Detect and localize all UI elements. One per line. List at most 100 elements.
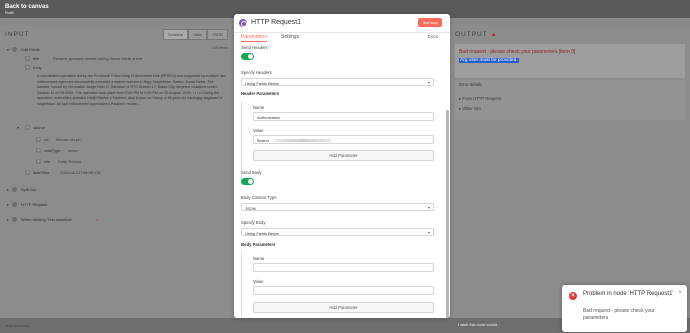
- output-title-text: OUTPUT: [455, 31, 488, 38]
- error-box: Bad request - please check your paramete…: [455, 44, 685, 78]
- feedback-link[interactable]: I wish this node would...: [458, 322, 500, 327]
- warning-icon: ▲: [490, 32, 498, 38]
- specify-headers-select[interactable]: Using Fields Below ▾: [241, 78, 434, 86]
- body-parameter-group: [241, 252, 242, 318]
- field-key: dateTime: [33, 170, 50, 175]
- field-key: title: [44, 159, 51, 164]
- ask-assistant-button[interactable]: Ask Assistant: [6, 323, 30, 328]
- send-body-toggle[interactable]: [241, 178, 254, 185]
- send-headers-label: Send Headers: [241, 45, 268, 50]
- details-row-other-info[interactable]: ▸ Other info: [459, 106, 481, 111]
- tree-node-trigger[interactable]: ▸ When clicking 'Test workflow' ϟ: [5, 215, 227, 224]
- text-type-icon: A: [25, 55, 30, 61]
- field-value: 2024-08-21T06:55:13Z: [60, 170, 101, 175]
- tab-parameters[interactable]: Parameters: [241, 34, 267, 42]
- text-type-icon: A: [36, 158, 41, 164]
- chevron-right-icon[interactable]: ▸: [7, 217, 9, 222]
- send-body-label: Send Body: [241, 170, 262, 175]
- error-details: Error details ▸ From HTTP Request ▸ Othe…: [455, 80, 685, 120]
- field-key: body: [33, 65, 42, 70]
- details-row-label: From HTTP Request: [462, 96, 501, 101]
- field-row-title: A title Firearm, grenade seized during I…: [5, 54, 227, 63]
- field-row-source-title: A title Daily Tribune: [5, 157, 227, 166]
- tab-table[interactable]: Table: [187, 29, 208, 40]
- tab-settings[interactable]: Settings: [281, 34, 299, 40]
- pen-icon: [12, 47, 17, 52]
- field-key: url: [44, 137, 49, 142]
- input-panel: INPUT Schema Table JSON 100 items ▾ Edit…: [0, 26, 232, 318]
- chevron-down-icon: ▾: [427, 230, 430, 235]
- name-label: Name: [253, 105, 265, 110]
- add-header-parameter-button[interactable]: Add Parameter: [253, 150, 434, 161]
- field-row-source[interactable]: ▾ {} source: [5, 123, 227, 132]
- toast-message: Bad request - please check your paramete…: [583, 308, 655, 321]
- specify-body-label: Specify Body: [241, 220, 266, 225]
- chevron-down-icon[interactable]: ▾: [17, 125, 19, 130]
- details-row-label: Other info: [462, 106, 481, 111]
- tab-schema[interactable]: Schema: [163, 29, 188, 40]
- node-title[interactable]: HTTP Request1: [251, 19, 301, 26]
- chevron-right-icon[interactable]: ▸: [7, 202, 9, 207]
- header-value-input[interactable]: Bearer: [253, 135, 434, 144]
- body-content-type-label: Body Content Type: [241, 195, 277, 200]
- error-description: Arg user must be provided.: [459, 58, 519, 63]
- tree-node-http-request[interactable]: ▸ HTTP Request: [5, 200, 227, 209]
- field-row-datetime: ◷ dateTime 2024-08-21T06:55:13Z: [5, 168, 227, 177]
- modal-scrollbar[interactable]: [446, 110, 449, 318]
- body-parameters-label: Body Parameters: [241, 242, 276, 247]
- tab-json[interactable]: JSON: [207, 29, 228, 40]
- tree-node-split-out[interactable]: ▸ Split Out: [5, 185, 227, 194]
- field-key: source: [33, 125, 46, 130]
- select-value: Using Fields Below: [245, 230, 280, 236]
- field-key: dataType: [44, 148, 61, 153]
- field-row-datatype: A dataType news: [5, 146, 227, 155]
- cursor-icon: [12, 217, 17, 222]
- close-icon[interactable]: ×: [678, 290, 682, 296]
- body-value-input[interactable]: [253, 286, 434, 295]
- tree-node-edit-fields[interactable]: ▾ Edit Fields: [5, 45, 227, 54]
- globe-icon: [12, 202, 17, 207]
- back-to-canvas-link[interactable]: Back to canvas: [5, 4, 49, 10]
- modal-header: HTTP Request1 Test step: [234, 14, 450, 33]
- add-body-parameter-button[interactable]: Add Parameter: [253, 302, 434, 313]
- globe-icon: [239, 19, 247, 27]
- details-row-from-http[interactable]: ▸ From HTTP Request: [459, 96, 501, 101]
- field-key: title: [33, 56, 40, 61]
- input-value: Bearer: [257, 138, 270, 143]
- error-details-title: Error details: [459, 82, 483, 87]
- output-panel-title: OUTPUT ▲: [455, 31, 498, 38]
- error-toast: × Problem in node 'HTTP Request1' Bad re…: [562, 285, 687, 332]
- text-type-icon: A: [36, 136, 41, 142]
- error-message: Bad request - please check your paramete…: [459, 49, 576, 55]
- view-mode-tabs: Schema Table JSON: [163, 29, 228, 40]
- body-value-label: Value: [253, 279, 264, 284]
- body-name-input[interactable]: [253, 263, 434, 272]
- field-value: Firearm, grenade seized during Ilocos No…: [53, 56, 143, 61]
- header-name-input[interactable]: Authorization: [253, 112, 434, 121]
- specify-headers-label: Specify Headers: [241, 70, 272, 75]
- text-type-icon: A: [36, 147, 41, 153]
- header-parameters-label: Header Parameters: [241, 91, 280, 96]
- chevron-down-icon[interactable]: ▾: [7, 47, 9, 52]
- chevron-down-icon: ▾: [427, 80, 430, 85]
- date-type-icon: ◷: [25, 169, 30, 175]
- node-label: Edit Fields: [21, 47, 40, 52]
- node-label: When clicking 'Test workflow': [21, 217, 73, 222]
- parameters-form: Send Headers Specify Headers Using Field…: [234, 44, 444, 318]
- specify-body-select[interactable]: Using Fields Below ▾: [241, 228, 434, 236]
- body-value-text: A coordinated operation led by the Provi…: [37, 74, 226, 106]
- modal-tabs: Parameters Settings Docs: [234, 33, 450, 43]
- node-settings-modal: HTTP Request1 Test step Parameters Setti…: [234, 14, 450, 318]
- chevron-right-icon[interactable]: ▸: [7, 187, 9, 192]
- send-headers-toggle[interactable]: [241, 53, 254, 60]
- field-row-url: A url tribune.net.ph: [5, 135, 227, 144]
- test-step-button[interactable]: Test step: [417, 18, 442, 27]
- field-row-body: A body: [5, 63, 227, 72]
- body-name-label: Name: [253, 256, 265, 261]
- body-content-type-select[interactable]: JSON ▾: [241, 203, 434, 211]
- text-type-icon: A: [25, 64, 30, 70]
- input-panel-title: INPUT: [5, 31, 30, 38]
- docs-link[interactable]: Docs: [428, 34, 438, 39]
- error-icon: ×: [569, 292, 577, 300]
- object-type-icon: {}: [25, 124, 30, 130]
